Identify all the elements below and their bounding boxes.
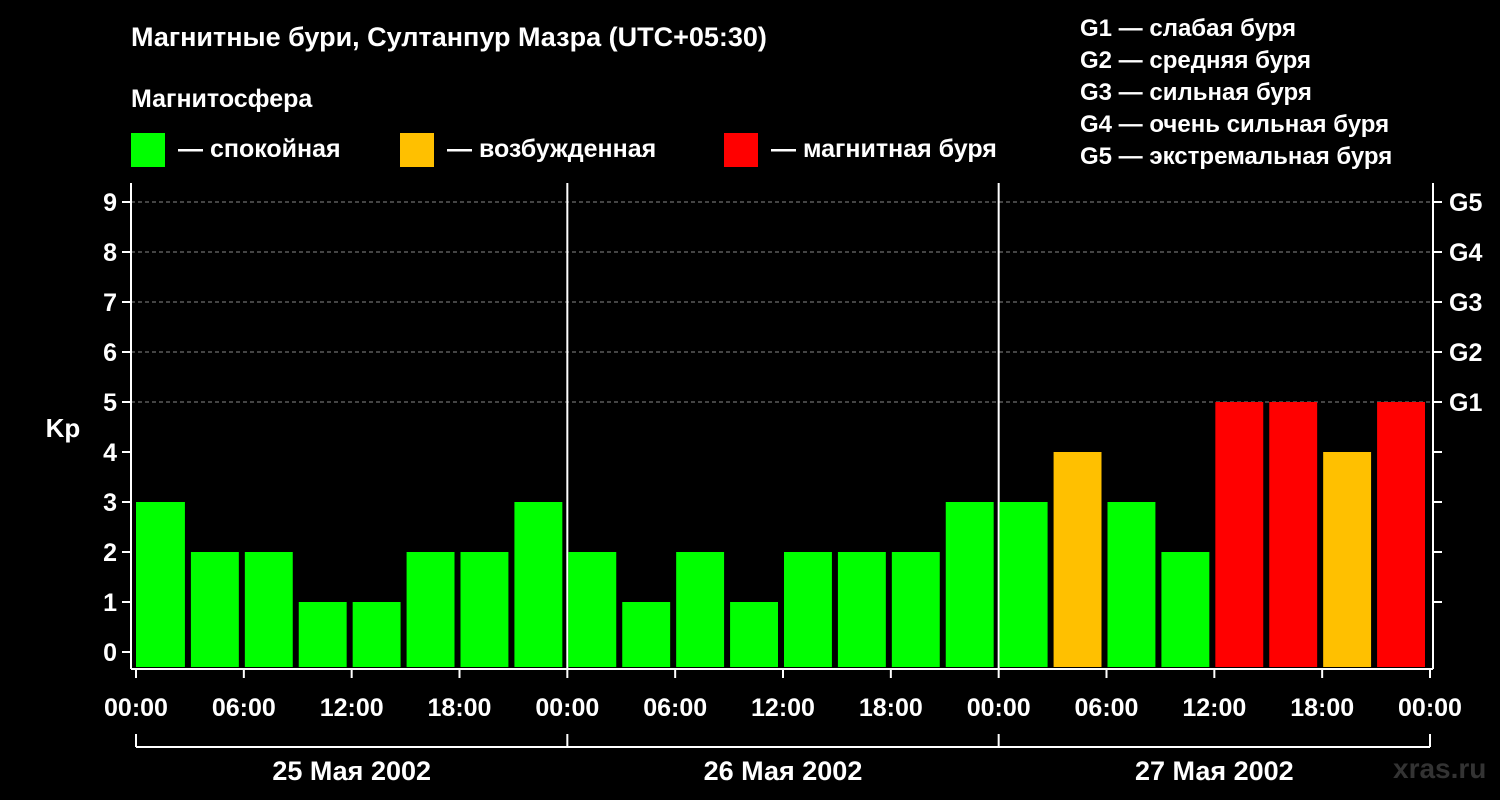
kp-bar-21 — [1269, 402, 1318, 667]
kp-bar-11 — [730, 602, 778, 667]
x-tick-label-9: 06:00 — [1075, 694, 1139, 722]
kp-bar-16 — [999, 502, 1048, 667]
day-label-1: 26 Мая 2002 — [704, 756, 863, 786]
kp-bar-14 — [891, 552, 940, 667]
g-label-G5: G5 — [1449, 189, 1482, 217]
x-tick-label-4: 00:00 — [535, 694, 599, 722]
y-tick-label-9: 9 — [103, 189, 117, 217]
bars-layer — [136, 402, 1425, 667]
y-tick-label-5: 5 — [103, 389, 117, 417]
y-tick-label-2: 2 — [103, 539, 117, 567]
x-tick-label-5: 06:00 — [643, 694, 707, 722]
kp-bar-12 — [784, 552, 832, 667]
x-tick-label-6: 12:00 — [751, 694, 815, 722]
kp-bar-19 — [1161, 552, 1210, 667]
kp-bar-3 — [298, 602, 347, 667]
y-tick-label-0: 0 — [103, 639, 117, 667]
x-tick-label-3: 18:00 — [428, 694, 492, 722]
x-tick-label-10: 12:00 — [1182, 694, 1246, 722]
y-tick-label-6: 6 — [103, 339, 117, 367]
y-axis-label: Kp — [46, 413, 81, 443]
g-label-G2: G2 — [1449, 339, 1482, 367]
g-label-G3: G3 — [1449, 289, 1482, 317]
kp-bar-13 — [837, 552, 886, 667]
kp-bar-18 — [1107, 502, 1156, 667]
x-tick-label-2: 12:00 — [320, 694, 384, 722]
kp-bar-2 — [244, 552, 293, 667]
kp-bar-17 — [1053, 452, 1102, 667]
kp-bar-8 — [568, 552, 617, 667]
kp-bar-7 — [514, 502, 563, 667]
day-label-0: 25 Мая 2002 — [272, 756, 431, 786]
x-tick-label-0: 00:00 — [104, 694, 168, 722]
y-tick-label-8: 8 — [103, 239, 117, 267]
x-tick-label-1: 06:00 — [212, 694, 276, 722]
x-tick-label-8: 00:00 — [967, 694, 1031, 722]
x-tick-label-11: 18:00 — [1290, 694, 1354, 722]
day-label-2: 27 Мая 2002 — [1135, 756, 1294, 786]
kp-bar-23 — [1377, 402, 1425, 667]
kp-bar-4 — [352, 602, 401, 667]
kp-bar-5 — [406, 552, 455, 667]
g-label-G4: G4 — [1449, 239, 1482, 267]
kp-bar-1 — [190, 552, 239, 667]
y-tick-label-1: 1 — [103, 589, 117, 617]
kp-bar-10 — [676, 552, 725, 667]
g-label-G1: G1 — [1449, 389, 1482, 417]
kp-bar-0 — [136, 502, 185, 667]
kp-bar-15 — [945, 502, 994, 667]
y-tick-label-4: 4 — [103, 439, 117, 467]
kp-bar-6 — [460, 552, 509, 667]
kp-bar-22 — [1323, 452, 1372, 667]
x-tick-label-12: 00:00 — [1398, 694, 1462, 722]
watermark: xras.ru — [1393, 753, 1487, 784]
kp-bar-9 — [622, 602, 671, 667]
kp-bar-20 — [1215, 402, 1264, 667]
y-tick-label-7: 7 — [103, 289, 117, 317]
y-tick-label-3: 3 — [103, 489, 117, 517]
x-tick-label-7: 18:00 — [859, 694, 923, 722]
axes-layer: 0 1 2 3 4 5 6 7 8 9 G1 G2 G3 G4 G5 Kp 00:00 06:00 12:00 18:… — [46, 183, 1482, 786]
kp-bar-chart: 0 1 2 3 4 5 6 7 8 9 G1 G2 G3 G4 G5 Kp 00:00 06:00 12:00 18:… — [46, 183, 1482, 786]
